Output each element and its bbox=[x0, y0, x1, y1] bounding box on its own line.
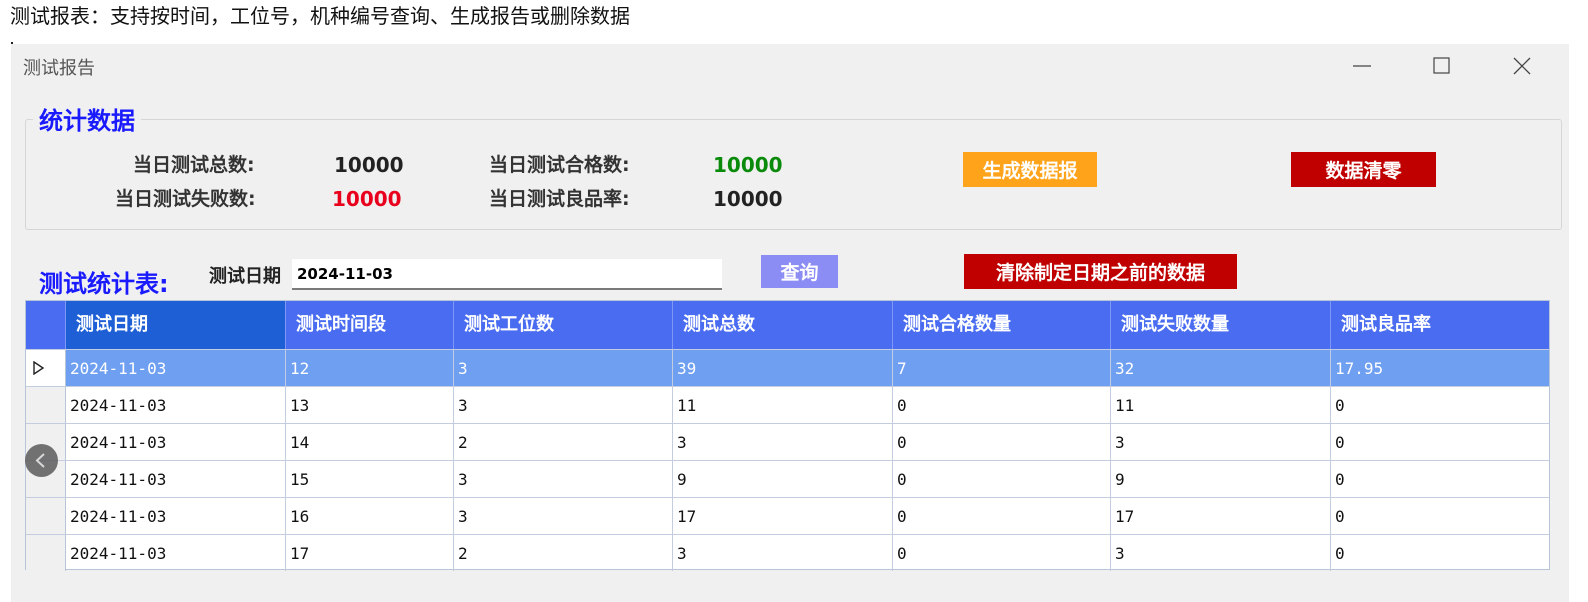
cell-stations[interactable]: 3 bbox=[454, 387, 673, 423]
col-header-date[interactable]: 测试日期 bbox=[66, 301, 286, 349]
cell-pass[interactable]: 0 bbox=[893, 424, 1111, 460]
cell-yield[interactable]: 0 bbox=[1331, 535, 1549, 571]
cell-stations[interactable]: 3 bbox=[454, 498, 673, 534]
stats-legend: 统计数据 bbox=[33, 104, 141, 138]
cell-stations[interactable]: 3 bbox=[454, 461, 673, 497]
cell-date[interactable]: 2024-11-03 bbox=[66, 498, 286, 534]
cell-fail[interactable]: 3 bbox=[1111, 535, 1331, 571]
table-row[interactable]: 2024-11-03 17 2 3 0 3 0 bbox=[26, 534, 1549, 571]
cell-fail[interactable]: 11 bbox=[1111, 387, 1331, 423]
cell-total[interactable]: 39 bbox=[673, 350, 893, 386]
row-header[interactable] bbox=[26, 350, 66, 386]
cell-total[interactable]: 3 bbox=[673, 535, 893, 571]
cell-date[interactable]: 2024-11-03 bbox=[66, 424, 286, 460]
cell-total[interactable]: 11 bbox=[673, 387, 893, 423]
cell-period[interactable]: 14 bbox=[286, 424, 454, 460]
cell-pass[interactable]: 7 bbox=[893, 350, 1111, 386]
cell-total[interactable]: 9 bbox=[673, 461, 893, 497]
delete-before-date-button[interactable]: 清除制定日期之前的数据 bbox=[964, 254, 1237, 289]
date-input[interactable] bbox=[292, 259, 722, 290]
col-header-period[interactable]: 测试时间段 bbox=[286, 301, 454, 349]
pass-label: 当日测试合格数: bbox=[489, 154, 630, 176]
cell-fail[interactable]: 17 bbox=[1111, 498, 1331, 534]
close-icon[interactable] bbox=[1507, 52, 1537, 80]
table-row[interactable]: 2024-11-03 12 3 39 7 32 17.95 bbox=[26, 349, 1549, 386]
current-row-icon bbox=[33, 361, 45, 375]
col-header-yield[interactable]: 测试良品率 bbox=[1331, 301, 1549, 349]
cell-date[interactable]: 2024-11-03 bbox=[66, 461, 286, 497]
total-label: 当日测试总数: bbox=[133, 154, 255, 176]
cell-yield[interactable]: 0 bbox=[1331, 461, 1549, 497]
row-header[interactable] bbox=[26, 498, 66, 534]
table-row[interactable]: 2024-11-03 15 3 9 0 9 0 bbox=[26, 460, 1549, 497]
table-heading: 测试统计表: bbox=[39, 270, 169, 298]
yield-value: 10000 bbox=[713, 187, 783, 211]
window-title: 测试报告 bbox=[23, 58, 95, 79]
table-header: 测试日期 测试时间段 测试工位数 测试总数 测试合格数量 测试失败数量 测试良品… bbox=[26, 301, 1549, 349]
row-header[interactable] bbox=[26, 387, 66, 423]
date-label: 测试日期 bbox=[209, 266, 281, 287]
cell-period[interactable]: 15 bbox=[286, 461, 454, 497]
minimize-icon[interactable] bbox=[1347, 52, 1377, 80]
col-header-fail[interactable]: 测试失败数量 bbox=[1111, 301, 1331, 349]
cell-stations[interactable]: 2 bbox=[454, 424, 673, 460]
cell-date[interactable]: 2024-11-03 bbox=[66, 350, 286, 386]
total-value: 10000 bbox=[334, 153, 404, 177]
clear-data-button[interactable]: 数据清零 bbox=[1291, 152, 1436, 187]
cell-stations[interactable]: 2 bbox=[454, 535, 673, 571]
stats-table[interactable]: 测试日期 测试时间段 测试工位数 测试总数 测试合格数量 测试失败数量 测试良品… bbox=[25, 300, 1550, 571]
cell-pass[interactable]: 0 bbox=[893, 535, 1111, 571]
cell-period[interactable]: 16 bbox=[286, 498, 454, 534]
yield-label: 当日测试良品率: bbox=[489, 188, 630, 210]
pass-value: 10000 bbox=[713, 153, 783, 177]
table-row[interactable]: 2024-11-03 13 3 11 0 11 0 bbox=[26, 386, 1549, 423]
generate-report-button[interactable]: 生成数据报 bbox=[963, 152, 1097, 187]
cell-total[interactable]: 17 bbox=[673, 498, 893, 534]
cell-yield[interactable]: 0 bbox=[1331, 498, 1549, 534]
cell-pass[interactable]: 0 bbox=[893, 387, 1111, 423]
table-row[interactable]: 2024-11-03 16 3 17 0 17 0 bbox=[26, 497, 1549, 534]
cell-total[interactable]: 3 bbox=[673, 424, 893, 460]
page-caption: 测试报表：支持按时间，工位号，机种编号查询、生成报告或删除数据 bbox=[10, 4, 630, 28]
cell-yield[interactable]: 0 bbox=[1331, 387, 1549, 423]
row-header[interactable] bbox=[26, 535, 66, 571]
cell-stations[interactable]: 3 bbox=[454, 350, 673, 386]
maximize-icon[interactable] bbox=[1427, 52, 1457, 80]
cell-pass[interactable]: 0 bbox=[893, 498, 1111, 534]
cell-fail[interactable]: 9 bbox=[1111, 461, 1331, 497]
back-arrow-icon[interactable] bbox=[25, 444, 58, 477]
col-header-pass[interactable]: 测试合格数量 bbox=[893, 301, 1111, 349]
cell-fail[interactable]: 3 bbox=[1111, 424, 1331, 460]
query-button[interactable]: 查询 bbox=[761, 255, 838, 288]
cell-date[interactable]: 2024-11-03 bbox=[66, 387, 286, 423]
title-bar[interactable]: 测试报告 bbox=[11, 44, 1569, 88]
fail-label: 当日测试失败数: bbox=[115, 188, 256, 210]
cell-fail[interactable]: 32 bbox=[1111, 350, 1331, 386]
cell-yield[interactable]: 17.95 bbox=[1331, 350, 1549, 386]
table-row[interactable]: 2024-11-03 14 2 3 0 3 0 bbox=[26, 423, 1549, 460]
cell-pass[interactable]: 0 bbox=[893, 461, 1111, 497]
cell-period[interactable]: 17 bbox=[286, 535, 454, 571]
cell-period[interactable]: 13 bbox=[286, 387, 454, 423]
row-header-corner bbox=[26, 301, 66, 349]
col-header-total[interactable]: 测试总数 bbox=[673, 301, 893, 349]
cell-date[interactable]: 2024-11-03 bbox=[66, 535, 286, 571]
col-header-stations[interactable]: 测试工位数 bbox=[454, 301, 673, 349]
fail-value: 10000 bbox=[332, 187, 402, 211]
cell-yield[interactable]: 0 bbox=[1331, 424, 1549, 460]
report-window: 测试报告 统计数据 当日测试总数: 10000 当日测试合格数: 10000 当… bbox=[11, 44, 1569, 602]
cell-period[interactable]: 12 bbox=[286, 350, 454, 386]
